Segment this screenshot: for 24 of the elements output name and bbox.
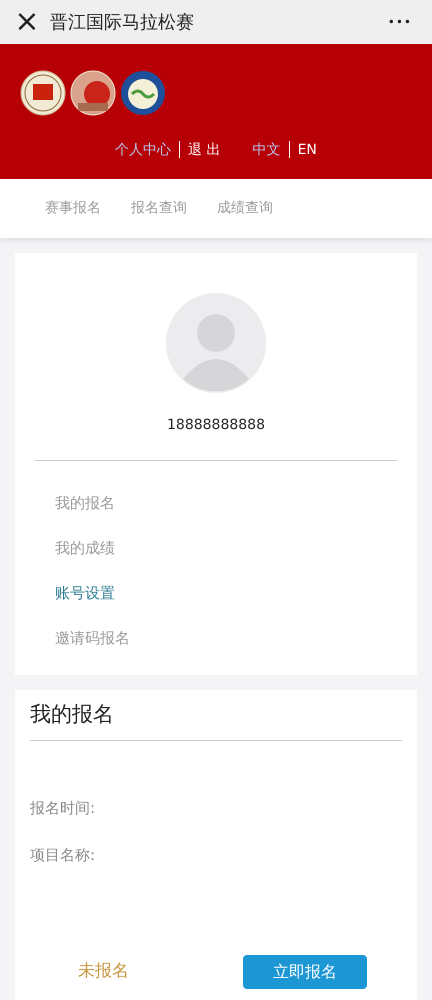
window-title: 晋江国际马拉松赛: [50, 10, 194, 34]
registration-status: 未报名: [78, 960, 129, 984]
phone-number: 18888888888: [167, 416, 265, 435]
account-link[interactable]: 个人中心: [107, 142, 180, 156]
register-button[interactable]: 立即报名: [243, 955, 367, 990]
nav-tab[interactable]: 成绩查询: [217, 198, 273, 219]
nav-tab[interactable]: 赛事报名: [45, 198, 101, 219]
emblem-icon: [120, 70, 166, 116]
language-link[interactable]: EN: [290, 142, 325, 156]
avatar-icon: [166, 293, 266, 393]
field-label: 报名时间:: [30, 799, 96, 818]
emblem-icon: [20, 70, 66, 116]
menu-item[interactable]: 账号设置: [15, 571, 115, 616]
account-link[interactable]: 退 出: [180, 142, 229, 156]
emblem-icon: [70, 70, 116, 116]
more-button[interactable]: •••: [382, 12, 418, 32]
close-button[interactable]: ×: [14, 7, 40, 37]
language-link[interactable]: 中文: [244, 142, 289, 156]
field-label: 项目名称:: [30, 846, 96, 864]
section-title: 我的报名: [30, 702, 115, 728]
menu-item[interactable]: 我的报名: [15, 481, 115, 526]
nav-tab[interactable]: 报名查询: [131, 198, 187, 219]
menu-item[interactable]: 我的成绩: [15, 526, 115, 571]
menu-item[interactable]: 邀请码报名: [15, 616, 130, 661]
